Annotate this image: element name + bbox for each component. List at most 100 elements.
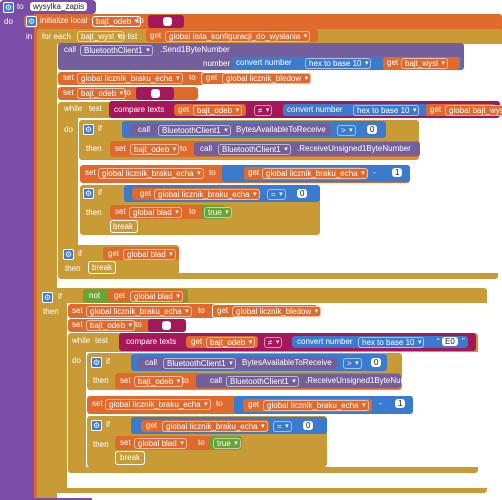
call-send-component-dropdown[interactable]: BluetoothClient1 bbox=[80, 45, 153, 56]
init-gear-icon[interactable]: ⚙ bbox=[26, 16, 37, 27]
compare1-op-dropdown[interactable]: ≠ bbox=[254, 105, 273, 116]
if2-then: then bbox=[86, 208, 102, 217]
foreach-var-dropdown[interactable]: bajt_wysl bbox=[77, 31, 124, 42]
foreach-list-dropdown[interactable]: global lista_konfiguracji_do_wysłania bbox=[165, 31, 311, 42]
if6-svar-dropdown[interactable]: global blad bbox=[134, 438, 187, 449]
call-send-method: .Send1ByteNumber bbox=[160, 45, 230, 54]
set-bajt-var-dropdown[interactable]: bajt_odeb bbox=[77, 88, 127, 99]
if2-number[interactable]: 0 bbox=[297, 189, 308, 198]
if6-get: get bbox=[146, 421, 158, 430]
if5-then: then bbox=[93, 376, 109, 385]
if1-op-dropdown[interactable]: > bbox=[337, 125, 356, 136]
if2-break: break bbox=[113, 222, 134, 231]
proc-body-inner bbox=[22, 14, 34, 500]
if6-then: then bbox=[93, 440, 109, 449]
while1-label: while bbox=[64, 104, 83, 113]
setdec1-set: set bbox=[85, 168, 96, 177]
if3-label: if bbox=[78, 249, 82, 258]
if6-to: to bbox=[198, 438, 205, 447]
setdec1-op: - bbox=[373, 168, 376, 177]
set-licznik-to: to bbox=[189, 73, 196, 82]
send-get: get bbox=[387, 58, 399, 67]
set-licznik2-value-dropdown[interactable]: global licznik_bledow bbox=[232, 306, 322, 317]
init-in: in bbox=[26, 32, 33, 41]
while1-do: do bbox=[64, 125, 73, 134]
while1-test: test bbox=[89, 104, 102, 113]
setdec2-number[interactable]: 1 bbox=[395, 399, 406, 408]
foreach-inlist: in list bbox=[119, 32, 138, 41]
compare2-a-dropdown[interactable]: bajt_odeb bbox=[206, 337, 256, 348]
setdec1-value-dropdown[interactable]: global licznik_braku_echa bbox=[262, 168, 368, 179]
if5-gear-icon[interactable]: ⚙ bbox=[91, 357, 102, 368]
if1-prop: BytesAvailableToReceive bbox=[236, 125, 326, 134]
if5-method2: .ReceiveUnsigned1ByteNumber bbox=[305, 376, 419, 385]
compare2-op-dropdown[interactable]: ≠ bbox=[264, 337, 283, 348]
if3-get: get bbox=[108, 249, 120, 258]
if2-op-dropdown[interactable]: = bbox=[267, 189, 286, 200]
setdec1-number[interactable]: 1 bbox=[392, 168, 403, 177]
compare1-get: get bbox=[178, 105, 190, 114]
init-to: to bbox=[137, 16, 144, 25]
set-licznik-get: get bbox=[206, 73, 218, 82]
if2-gear-icon[interactable]: ⚙ bbox=[83, 188, 94, 199]
set-bajt2-string-value[interactable] bbox=[162, 321, 171, 330]
convert-mode-dropdown[interactable]: hex to base 10 bbox=[305, 58, 372, 69]
if2-bool-dropdown[interactable]: true bbox=[204, 207, 232, 218]
foreach-get: get bbox=[150, 31, 162, 40]
if4-get: get bbox=[114, 291, 126, 300]
setdec1-var-dropdown[interactable]: global licznik_braku_echa bbox=[98, 168, 204, 179]
compare1-label: compare texts bbox=[114, 105, 165, 114]
if6-label: if bbox=[106, 420, 110, 429]
if5-number[interactable]: 0 bbox=[371, 358, 382, 367]
procedure-gear-icon[interactable]: ⚙ bbox=[3, 2, 14, 13]
if1-label: if bbox=[98, 124, 102, 133]
set-licznik2-var-dropdown[interactable]: global licznik_braku_echa bbox=[86, 306, 192, 317]
init-string-value[interactable] bbox=[163, 17, 172, 26]
if5-op-dropdown[interactable]: > bbox=[343, 358, 362, 369]
if1-gear-icon[interactable]: ⚙ bbox=[83, 124, 94, 135]
setdec2-var-dropdown[interactable]: global licznik_braku_echa bbox=[105, 399, 211, 410]
compare1-mode-dropdown[interactable]: hex to base 10 bbox=[353, 105, 420, 116]
if2-svar-dropdown[interactable]: global blad bbox=[129, 207, 182, 218]
if5-component-dropdown[interactable]: BluetoothClient1 bbox=[163, 358, 236, 369]
send-arg-dropdown[interactable]: bajt_wysl bbox=[401, 58, 448, 69]
proc-keyword: to bbox=[17, 2, 24, 11]
if1-number[interactable]: 0 bbox=[367, 125, 378, 134]
if4-var-dropdown[interactable]: global blad bbox=[130, 291, 183, 302]
if5-component2-dropdown[interactable]: BluetoothClient1 bbox=[226, 376, 299, 387]
if3-var-dropdown[interactable]: global blad bbox=[123, 249, 176, 260]
setdec2-get: get bbox=[248, 400, 260, 409]
set-bajt-string-value[interactable] bbox=[151, 89, 160, 98]
compare1-a-dropdown[interactable]: bajt_odeb bbox=[193, 105, 243, 116]
call-send-call: call bbox=[64, 45, 77, 54]
while2-label: while bbox=[72, 336, 91, 345]
compare2-value-field[interactable]: E0 bbox=[442, 337, 458, 346]
compare1-b-dropdown[interactable]: global bajt_wysl bbox=[445, 105, 502, 116]
if6-op-dropdown[interactable]: = bbox=[273, 421, 292, 432]
if4-gear-icon[interactable]: ⚙ bbox=[42, 292, 53, 303]
if6-set: set bbox=[120, 438, 131, 447]
compare2-get: get bbox=[191, 337, 203, 346]
if6-gear-icon[interactable]: ⚙ bbox=[91, 420, 102, 431]
set-bajt2-var-dropdown[interactable]: bajt_odeb bbox=[86, 320, 136, 331]
init-var-dropdown[interactable]: bajt_odeb bbox=[92, 16, 142, 27]
call-send-number: number bbox=[203, 59, 231, 68]
convert-label: convert number bbox=[236, 58, 292, 67]
if1-var-dropdown[interactable]: bajt_odeb bbox=[130, 144, 180, 155]
set-licznik-value-dropdown[interactable]: global licznik_bledow bbox=[222, 73, 312, 84]
if1-component-dropdown[interactable]: BluetoothClient1 bbox=[158, 125, 231, 136]
if3-gear-icon[interactable]: ⚙ bbox=[63, 249, 74, 260]
setdec2-value-dropdown[interactable]: global licznik_braku_echa bbox=[263, 400, 369, 411]
if5-var-dropdown[interactable]: bajt_odeb bbox=[134, 376, 184, 387]
if6-bool-dropdown[interactable]: true bbox=[213, 438, 241, 449]
if1-component2-dropdown[interactable]: BluetoothClient1 bbox=[218, 144, 291, 155]
if6-var-dropdown[interactable]: global licznik_braku_echa bbox=[162, 421, 268, 432]
set-bajt-to: to bbox=[124, 88, 131, 97]
procedure-name-field[interactable]: wysylka_zapis bbox=[30, 2, 88, 11]
if2-var-dropdown[interactable]: global licznik_braku_echa bbox=[154, 189, 260, 200]
compare2-mode-dropdown[interactable]: hex to base 10 bbox=[358, 337, 425, 348]
if3-break: break bbox=[92, 263, 113, 272]
proc-do-label: do bbox=[4, 17, 13, 26]
set-licznik-var-dropdown[interactable]: global licznik_braku_echa bbox=[77, 73, 183, 84]
if6-number[interactable]: 0 bbox=[303, 421, 314, 430]
